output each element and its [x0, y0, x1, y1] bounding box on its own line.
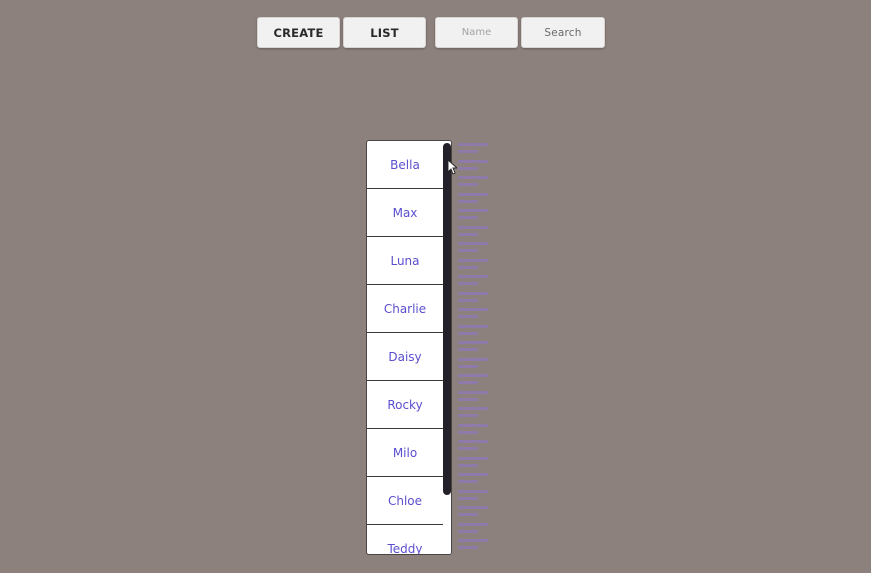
- list-item[interactable]: Charlie: [367, 285, 443, 333]
- id-entry: [458, 175, 490, 192]
- id-dash-long: [458, 539, 488, 542]
- id-dash-long: [458, 522, 488, 526]
- id-dash-long: [458, 456, 488, 460]
- id-entry: [458, 439, 490, 456]
- id-dash-long: [458, 209, 488, 212]
- id-entry: [458, 423, 490, 440]
- search-button[interactable]: Search: [521, 17, 605, 48]
- id-dash-short: [458, 331, 478, 335]
- id-dash-short: [458, 397, 478, 401]
- id-dash-long: [458, 275, 488, 278]
- create-button[interactable]: CREATE: [257, 17, 340, 48]
- id-entry: [458, 307, 490, 324]
- id-dash-short: [458, 298, 478, 302]
- id-dash-short: [458, 463, 478, 467]
- id-entry: [458, 291, 490, 308]
- scrollbar-thumb[interactable]: [443, 143, 451, 495]
- id-dash-long: [458, 423, 488, 427]
- id-dash-short: [458, 447, 478, 450]
- list-item[interactable]: Max: [367, 189, 443, 237]
- id-dash-long: [458, 473, 488, 476]
- id-dash-long: [458, 374, 488, 377]
- id-dash-short: [458, 414, 478, 417]
- mouse-cursor-icon: [447, 159, 457, 175]
- list-scrollbar[interactable]: [443, 141, 451, 554]
- id-entry: [458, 522, 490, 539]
- id-dash-short: [458, 529, 478, 533]
- id-dash-short: [458, 381, 478, 384]
- id-entry: [458, 406, 490, 423]
- id-dash-short: [458, 348, 478, 351]
- id-entry: [458, 456, 490, 473]
- list-item[interactable]: Milo: [367, 429, 443, 477]
- id-dash-short: [458, 199, 478, 203]
- id-entry: [458, 373, 490, 390]
- id-dash-long: [458, 506, 488, 509]
- id-dash-short: [458, 166, 478, 170]
- id-entry: [458, 472, 490, 489]
- id-dash-short: [458, 282, 478, 285]
- id-dash-long: [458, 192, 488, 196]
- id-entry: [458, 538, 490, 555]
- id-dash-long: [458, 308, 488, 311]
- id-dash-long: [458, 489, 488, 493]
- id-entry: [458, 489, 490, 506]
- id-dash-short: [458, 216, 478, 219]
- id-entry: [458, 208, 490, 225]
- id-entry: [458, 340, 490, 357]
- list-button[interactable]: LIST: [343, 17, 426, 48]
- id-dash-short: [458, 546, 478, 549]
- id-entry: [458, 324, 490, 341]
- id-entry: [458, 159, 490, 176]
- id-dash-short: [458, 430, 478, 434]
- name-list[interactable]: Bella Max Luna Charlie Daisy Rocky Milo …: [366, 140, 452, 555]
- id-dash-long: [458, 225, 488, 229]
- id-entry: [458, 357, 490, 374]
- list-item[interactable]: Bella: [367, 141, 443, 189]
- id-dash-short: [458, 183, 478, 186]
- list-item[interactable]: Teddy: [367, 525, 443, 555]
- id-dash-long: [458, 407, 488, 410]
- id-entry: [458, 390, 490, 407]
- id-dash-long: [458, 324, 488, 328]
- id-dash-long: [458, 341, 488, 344]
- id-entry: [458, 142, 490, 159]
- id-dash-long: [458, 176, 488, 179]
- id-entry: [458, 258, 490, 275]
- list-items: Bella Max Luna Charlie Daisy Rocky Milo …: [367, 141, 443, 555]
- id-dash-long: [458, 390, 488, 394]
- id-dash-short: [458, 315, 478, 318]
- id-dash-short: [458, 232, 478, 236]
- list-item[interactable]: Daisy: [367, 333, 443, 381]
- id-dash-short: [458, 265, 478, 269]
- id-dash-long: [458, 258, 488, 262]
- id-dash-long: [458, 143, 488, 146]
- list-item[interactable]: Chloe: [367, 477, 443, 525]
- id-dash-long: [458, 357, 488, 361]
- id-dash-long: [458, 242, 488, 245]
- id-dash-short: [458, 480, 478, 483]
- id-entry: [458, 241, 490, 258]
- id-entry: [458, 192, 490, 209]
- name-input[interactable]: [435, 17, 518, 48]
- id-entry: [458, 225, 490, 242]
- id-dash-long: [458, 291, 488, 295]
- id-entry: [458, 274, 490, 291]
- list-item[interactable]: Rocky: [367, 381, 443, 429]
- id-dash-short: [458, 513, 478, 516]
- id-dash-short: [458, 364, 478, 368]
- id-entry: [458, 505, 490, 522]
- id-dash-long: [458, 440, 488, 443]
- id-dash-short: [458, 150, 478, 153]
- id-strip: [458, 142, 490, 554]
- id-dash-long: [458, 159, 488, 163]
- list-item[interactable]: Luna: [367, 237, 443, 285]
- id-dash-short: [458, 496, 478, 500]
- id-dash-short: [458, 249, 478, 252]
